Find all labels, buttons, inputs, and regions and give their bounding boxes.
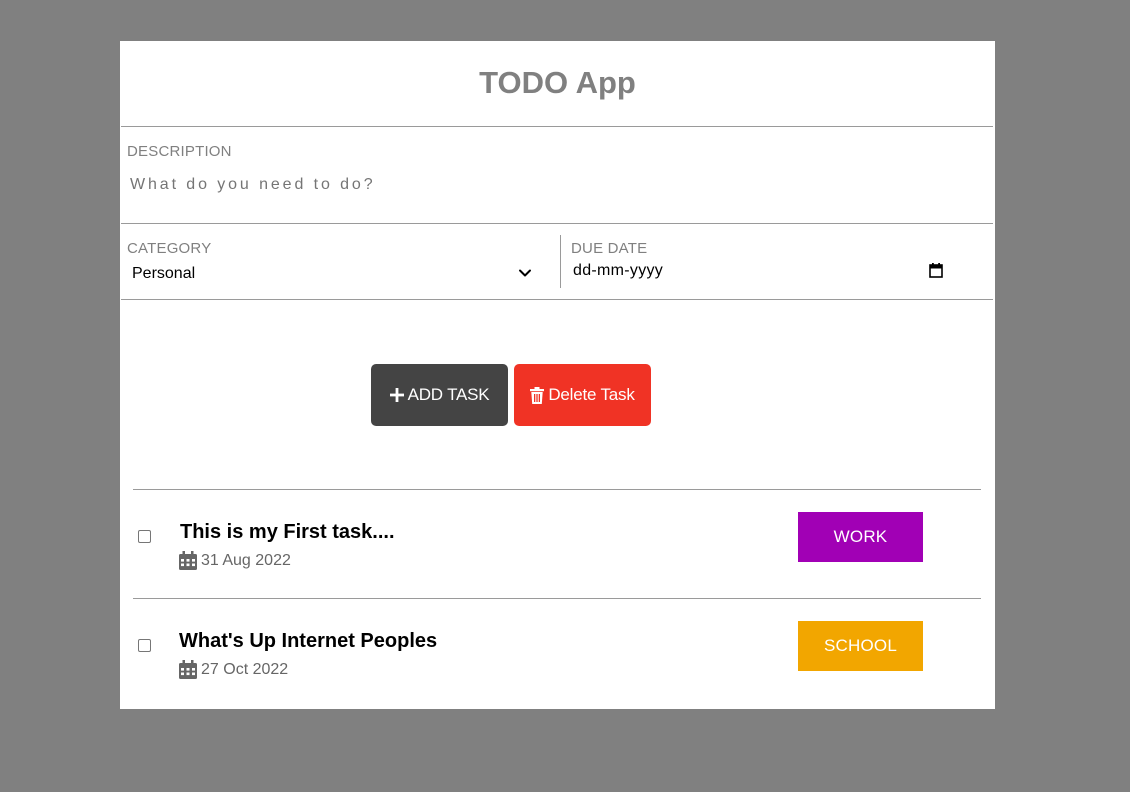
delete-task-button[interactable]: Delete Task: [514, 364, 651, 426]
divider: [121, 126, 993, 127]
task-title: This is my First task....: [180, 521, 395, 543]
task-date-text: 27 Oct 2022: [201, 660, 289, 678]
task-title: What's Up Internet Peoples: [179, 630, 438, 652]
task-item: This is my First task.... 31 Aug 2022 WO…: [133, 490, 981, 598]
todo-card: TODO App DESCRIPTION CATEGORY Personal D…: [120, 41, 995, 709]
page-title: TODO App: [479, 65, 636, 100]
due-date-input[interactable]: dd-mm-yyyy: [571, 260, 945, 284]
task-date: 31 Aug 2022: [179, 551, 291, 570]
divider: [121, 223, 993, 224]
plus-icon: [389, 388, 404, 402]
category-select[interactable]: Personal: [128, 262, 532, 286]
task-checkbox[interactable]: [138, 530, 151, 543]
task-checkbox[interactable]: [138, 639, 151, 652]
divider: [121, 299, 993, 300]
add-task-label: ADD TASK: [407, 385, 490, 404]
task-item: What's Up Internet Peoples 27 Oct 2022 S…: [133, 599, 981, 707]
delete-task-label: Delete Task: [548, 385, 635, 404]
trash-icon: [530, 386, 545, 404]
category-badge: SCHOOL: [798, 621, 923, 671]
task-date-text: 31 Aug 2022: [201, 551, 291, 569]
due-date-value: dd-mm-yyyy: [573, 262, 664, 279]
task-date: 27 Oct 2022: [179, 660, 288, 679]
category-selected-value: Personal: [132, 265, 196, 282]
calendar-picker-icon[interactable]: [929, 263, 943, 278]
description-label: DESCRIPTION: [127, 143, 232, 160]
category-label: CATEGORY: [127, 240, 212, 257]
add-task-button[interactable]: ADD TASK: [371, 364, 508, 426]
calendar-icon: [179, 551, 197, 570]
category-badge: WORK: [798, 512, 923, 562]
due-date-label: DUE DATE: [571, 240, 648, 257]
description-input[interactable]: [126, 173, 974, 197]
calendar-icon: [179, 660, 197, 679]
chevron-down-icon: [519, 269, 531, 277]
field-separator: [560, 235, 561, 288]
